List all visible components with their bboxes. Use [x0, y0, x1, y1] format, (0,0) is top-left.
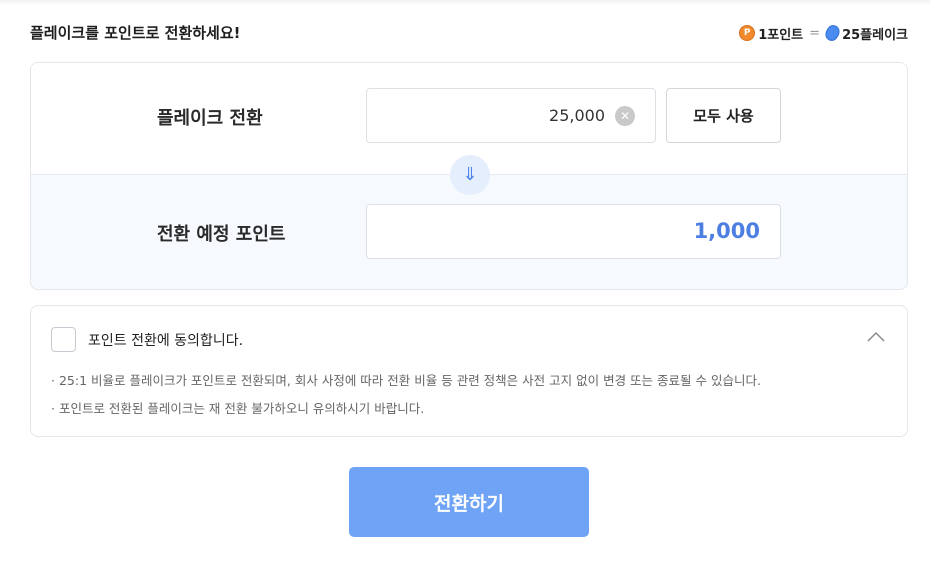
flake-input-box: ✕: [366, 88, 656, 143]
rate-equals: =: [809, 25, 821, 41]
convert-card: 플레이크 전환 ✕ 모두 사용 ⇓ 전환 예정 포인트 1,000: [30, 62, 908, 290]
rate-flake-text: 25플레이크: [842, 27, 908, 43]
flake-convert-label: 플레이크 전환: [157, 108, 263, 129]
expected-point-value: 1,000: [366, 204, 781, 259]
agreement-card: 포인트 전환에 동의합니다. · 25:1 비율로 플레이크가 포인트로 전환되…: [30, 305, 908, 437]
flake-coin-icon: [822, 22, 843, 44]
rate-point-text: 1포인트: [758, 27, 804, 43]
agree-label[interactable]: 포인트 전환에 동의합니다.: [88, 330, 243, 350]
header: 플레이크를 포인트로 전환하세요! P 1포인트 = 25플레이크: [30, 22, 908, 44]
exchange-rate: P 1포인트 = 25플레이크: [739, 22, 908, 44]
arrow-down-icon: ⇓: [450, 155, 490, 195]
expected-point-label: 전환 예정 포인트: [157, 224, 286, 245]
top-divider: [0, 0, 930, 6]
convert-submit-button[interactable]: 전환하기: [349, 467, 589, 537]
agree-checkbox[interactable]: [51, 327, 76, 352]
use-all-button[interactable]: 모두 사용: [666, 88, 781, 143]
flake-amount-input[interactable]: [385, 89, 605, 142]
notice-text: · 포인트로 전환된 플레이크는 재 전환 불가하오니 유의하시기 바랍니다.: [51, 401, 425, 416]
chevron-up-icon[interactable]: [867, 330, 885, 344]
page-title: 플레이크를 포인트로 전환하세요!: [30, 24, 241, 42]
notice-text: · 25:1 비율로 플레이크가 포인트로 전환되며, 회사 사정에 따라 전환…: [51, 373, 761, 388]
clear-icon[interactable]: ✕: [615, 106, 635, 126]
point-coin-icon: P: [739, 25, 756, 41]
